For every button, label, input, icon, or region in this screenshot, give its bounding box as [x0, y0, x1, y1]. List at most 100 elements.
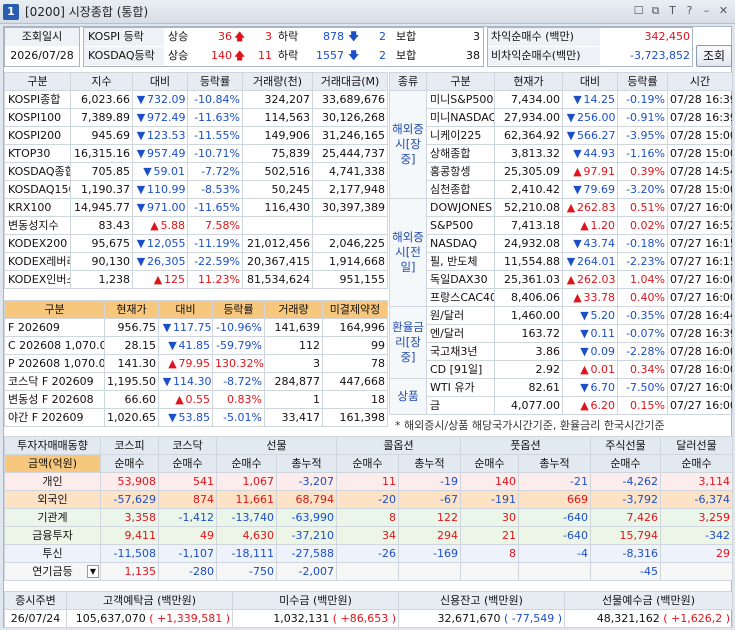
investor-row[interactable]: 개인 53,908 541 1,067 -3,207 11 -19 140 -21 -4,262 3… [4, 472, 733, 491]
world-row[interactable]: 필, 반도체 11,554.88 ▼ 264.01 -2.23% 07/27 16:15 [390, 252, 733, 271]
investor-row[interactable]: 투신 -11,508 -1,107 -18,111 -27,588 -26 -169 8 -4-… [4, 544, 733, 563]
world-col-4: 등락률 [617, 72, 668, 91]
funds-col-1: 고객예탁금 (백만원) [66, 591, 233, 610]
investor-row[interactable]: 기관계 3,358 -1,412 -13,740 -63,990 8 122 30 -640 7,… [4, 508, 733, 527]
futures-row[interactable]: 코스닥 F 202609 1,195.50 ▼ 114.30 -8.72% 284,877… [4, 372, 388, 391]
restore-icon[interactable]: ☐ [631, 3, 646, 19]
close-icon[interactable]: ✕ [716, 3, 731, 19]
index-row[interactable]: KTOP30 16,315.16 ▼ 957.49 -10.71% 75,839 25,44… [4, 144, 388, 163]
index-row[interactable]: KOSDAQ150 1,190.37 ▼ 110.99 -8.53% 50,245 2,17… [4, 180, 388, 199]
investor-value: -67 [398, 490, 461, 509]
world-row[interactable]: CD [91일] 2.92 ▲ 0.01 0.34% 07/28 16:00 [390, 360, 733, 379]
world-rate: -0.19% [617, 90, 668, 109]
futures-row[interactable]: 변동성 F 202608 66.60 ▲ 0.55 0.83% 1 18 [4, 390, 388, 409]
change-value: 5.88 [160, 219, 186, 232]
world-row[interactable]: 독일DAX30 25,361.03 ▲ 262.03 1.04% 07/27 16:00 [390, 270, 733, 289]
index-rate: -7.72% [187, 162, 243, 181]
chevron-down-icon[interactable]: ▼ [87, 565, 99, 578]
index-change: ▼ 972.49 [132, 108, 188, 127]
world-row[interactable]: 엔/달러 163.72 ▼ 0.11 -0.07% 07/28 16:39 [390, 324, 733, 343]
world-row[interactable]: 상해종합 3,813.32 ▼ 44.93 -1.16% 07/28 15:00 [390, 144, 733, 163]
index-row[interactable]: 변동성지수 83.43 ▲ 5.88 7.58% [4, 216, 388, 235]
index-row[interactable]: KODEX레버리 90,130 ▼ 26,305 -22.59% 20,367,415 1,… [4, 252, 388, 271]
direction-icon: ▲ [153, 273, 163, 286]
futures-row[interactable]: P 202608 1,070.0 141.30 ▲ 79.95 130.32% 3 78 [4, 354, 388, 373]
world-rate: 0.02% [617, 216, 668, 235]
investor-row[interactable]: 외국인 -57,629 874 11,661 68,794 -20 -67 -191 669 -3… [4, 490, 733, 509]
world-row[interactable]: 프랑스CAC40 8,406.06 ▲ 33.78 0.40% 07/27 16:00 [390, 288, 733, 307]
investor-value: -21 [518, 472, 591, 491]
funds-date: 26/07/24 [4, 609, 67, 628]
index-amount: 31,246,165 [312, 126, 388, 145]
investor-value: -13,740 [216, 508, 277, 527]
world-row[interactable]: NASDAQ 24,932.08 ▼ 43.74 -0.18% 07/27 16:15 [390, 234, 733, 253]
investor-value: -640 [518, 508, 591, 527]
world-row[interactable]: 금 4,077.00 ▲ 6.20 0.15% 07/27 16:00 [390, 396, 733, 415]
kosdaq-flat-count: 38 [466, 49, 480, 62]
world-row[interactable]: 환율금리[장중] 원/달러 1,460.00 ▼ 5.20 -0.35% 07/28 16:… [389, 306, 733, 379]
index-row[interactable]: KRX100 14,945.77 ▼ 971.00 -11.65% 116,430 30,3… [4, 198, 388, 217]
font-icon[interactable]: T [665, 3, 680, 19]
world-change: ▼ 79.69 [562, 180, 618, 199]
futures-row[interactable]: C 202608 1,070.0 28.15 ▼ 41.85 -59.79% 112 99 [4, 336, 388, 355]
index-row[interactable]: KOSPI100 7,389.89 ▼ 972.49 -11.63% 114,563 30,… [4, 108, 388, 127]
investor-value: -27,588 [276, 544, 337, 563]
world-name: 니케이225 [426, 126, 495, 145]
world-row[interactable]: S&P500 7,413.18 ▲ 1.20 0.02% 07/27 16:52 [390, 216, 733, 235]
world-time: 07/27 16:00 [667, 198, 733, 217]
change-value: 6.20 [590, 399, 616, 412]
futdep-cell: 48,321,162 ( +1,626,2 ) [564, 609, 733, 628]
world-row[interactable]: 미니NASDAQ 27,934.00 ▼ 256.00 -0.91% 07/28 16:3… [390, 108, 733, 127]
help-icon[interactable]: ? [682, 3, 697, 19]
world-row[interactable]: 해외증시[장중] 미니S&P500 7,434.00 ▼ 14.25 -0.19% 07/2… [389, 90, 733, 199]
world-rate: -1.16% [617, 144, 668, 163]
index-volume: 114,563 [242, 108, 313, 127]
inquiry-button[interactable]: 조회 [696, 45, 732, 67]
minimize-icon[interactable]: – [699, 3, 714, 19]
index-amount: 30,126,268 [312, 108, 388, 127]
world-name: 독일DAX30 [426, 270, 495, 289]
world-row[interactable]: 홍콩항셍 25,305.09 ▲ 97.91 0.39% 07/28 14:54 [390, 162, 733, 181]
index-change: ▼ 59.01 [132, 162, 188, 181]
investor-value: -6,374 [660, 490, 733, 509]
futures-row[interactable]: F 202609 956.75 ▼ 117.75 -10.96% 141,639 164,9… [4, 318, 388, 337]
world-rate: 1.04% [617, 270, 668, 289]
world-value: 7,413.18 [494, 216, 563, 235]
world-row[interactable]: 상품 WTI 유가 82.61 ▼ 6.70 -7.50% 07/27 16:00 [389, 378, 733, 415]
world-change: ▼ 0.11 [562, 324, 618, 343]
investor-value: 7,426 [590, 508, 661, 527]
direction-icon: ▼ [143, 165, 152, 178]
index-row[interactable]: KODEX인버스 1,238 ▲ 125 11.23% 81,534,624 951,155 [4, 270, 388, 289]
index-volume: 21,012,456 [242, 234, 313, 253]
investor-sub-col: 순매수 [216, 454, 277, 473]
change-value: 41.85 [178, 339, 211, 352]
world-row[interactable]: 심천종합 2,410.42 ▼ 79.69 -3.20% 07/28 15:00 [390, 180, 733, 199]
investor-row[interactable]: 연기금등 ▼ 1,135 -280 -750 -2,007 -45 [4, 562, 733, 581]
index-row[interactable]: KODEX200 95,675 ▼ 12,055 -11.19% 21,012,456 2,… [4, 234, 388, 253]
direction-icon: ▼ [573, 93, 582, 106]
change-value: 125 [164, 273, 185, 286]
investor-value: -37,210 [276, 526, 337, 545]
world-row[interactable]: 니케이225 62,364.92 ▼ 566.27 -3.95% 07/28 15:00 [390, 126, 733, 145]
up-label: 상승 [168, 30, 189, 43]
futures-row[interactable]: 야간 F 202609 1,020.65 ▼ 53.85 -5.01% 33,417 161… [4, 408, 388, 427]
world-row[interactable]: 국고채3년 3.86 ▼ 0.09 -2.28% 07/28 16:00 [390, 342, 733, 361]
futures-rate: -5.01% [212, 408, 265, 427]
futures-col-4: 거래량 [264, 300, 323, 319]
arb-value: 342,450 [644, 30, 691, 43]
futures-rate: -10.96% [212, 318, 265, 337]
index-row[interactable]: KOSPI종합 6,023.66 ▼ 732.09 -10.84% 324,207 33,6… [4, 90, 388, 109]
index-name: KOSDAQ150 [4, 180, 71, 199]
investor-sub-col: 순매수 [460, 454, 519, 473]
copy-icon[interactable]: ⧉ [648, 3, 663, 19]
index-row[interactable]: KOSPI200 945.69 ▼ 123.53 -11.55% 149,906 31,24… [4, 126, 388, 145]
index-row[interactable]: KOSDAQ종합 705.85 ▼ 59.01 -7.72% 502,516 4,741,3… [4, 162, 388, 181]
change-value: 53.85 [178, 411, 211, 424]
world-rate: -3.20% [617, 180, 668, 199]
futures-value: 1,020.65 [104, 408, 159, 427]
world-row[interactable]: 해외증시[전일] DOWJONES 52,210.08 ▲ 262.83 0.51% 07/… [389, 198, 733, 307]
world-change: ▼ 566.27 [562, 126, 618, 145]
index-value: 14,945.77 [70, 198, 133, 217]
index-rate: 7.58% [187, 216, 243, 235]
investor-row[interactable]: 금융투자 9,411 49 4,630 -37,210 34 294 21 -640 15,794… [4, 526, 733, 545]
